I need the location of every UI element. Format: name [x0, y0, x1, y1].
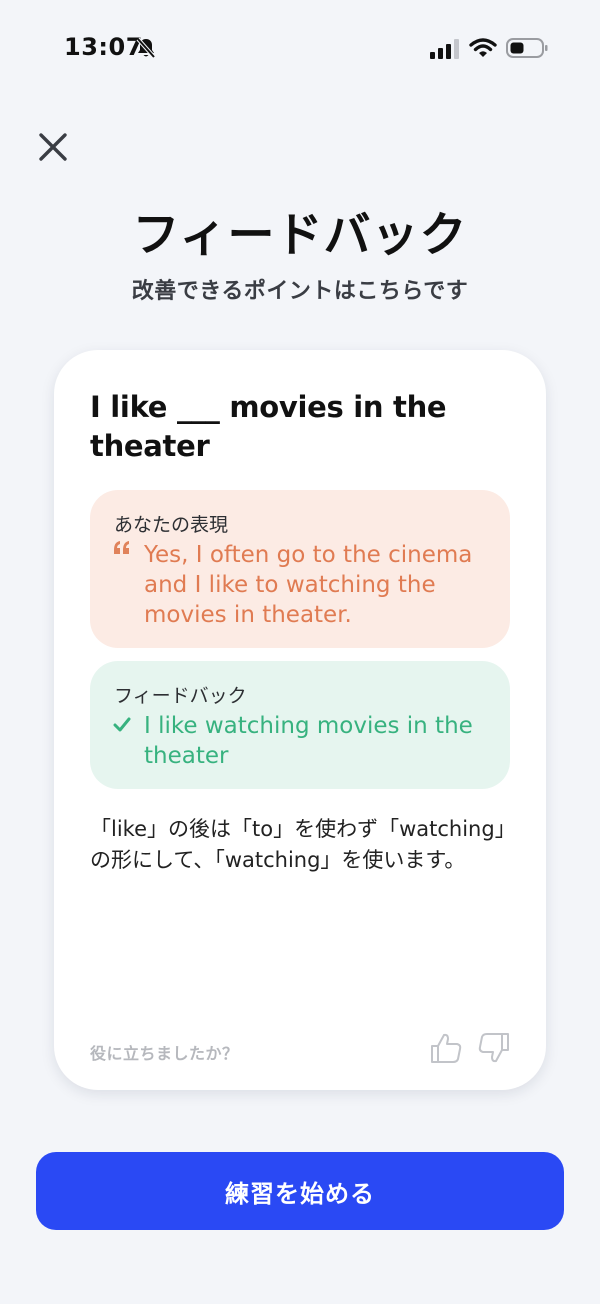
- user-expression-label: あなたの表現: [114, 514, 229, 536]
- user-expression-text: Yes, I often go to the cinema and I like…: [144, 542, 473, 628]
- explanation-text: 「like」の後は「to」を使わず「watching」の形にして、「watchi…: [90, 817, 506, 872]
- feedback-label: フィードバック: [114, 685, 247, 707]
- bell-slash-icon: [136, 37, 156, 59]
- feedback-card: I like ___ movies in the theater あなたの表現 …: [54, 350, 546, 1090]
- close-icon: [39, 133, 67, 161]
- battery-icon: [506, 38, 548, 58]
- check-icon: [113, 717, 131, 732]
- wifi-icon: [469, 38, 497, 57]
- status-bar: 13:07: [0, 0, 600, 96]
- close-button[interactable]: [30, 124, 76, 170]
- helpful-prompt: 役に立ちましたか？: [90, 1044, 239, 1063]
- status-time: 13:07: [64, 33, 143, 61]
- cellular-signal-icon: [430, 39, 459, 59]
- user-expression-box: あなたの表現 Yes, I often go to the cinema and…: [90, 490, 510, 648]
- feedback-text: I like watching movies in the theater: [144, 713, 473, 769]
- thumbs-down-icon[interactable]: [476, 1030, 512, 1066]
- thumbs-up-icon[interactable]: [428, 1030, 464, 1066]
- quote-icon: [114, 541, 129, 554]
- question-text: I like ___ movies in the theater: [90, 390, 447, 463]
- page-title: フィードバック: [132, 208, 468, 263]
- feedback-box: フィードバック I like watching movies in the th…: [90, 661, 510, 789]
- page-subtitle: 改善できるポイントはこちらです: [131, 279, 469, 304]
- start-practice-button[interactable]: 練習を始める: [36, 1152, 564, 1230]
